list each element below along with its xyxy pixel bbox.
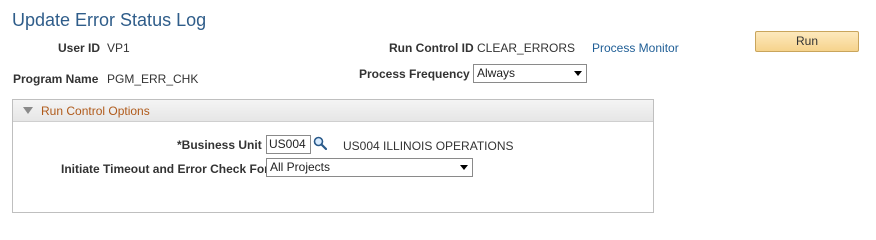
- user-id-value: VP1: [107, 41, 130, 55]
- timeout-label: Initiate Timeout and Error Check For: [61, 162, 269, 176]
- process-monitor-link[interactable]: Process Monitor: [592, 41, 679, 55]
- process-frequency-select[interactable]: Always: [473, 64, 587, 83]
- run-control-value: CLEAR_ERRORS: [477, 41, 576, 55]
- run-control-options-panel: Run Control Options: [12, 99, 654, 213]
- run-button[interactable]: Run: [755, 31, 859, 52]
- user-id-label: User ID: [58, 41, 101, 55]
- program-name-label: Program Name: [13, 72, 99, 86]
- chevron-down-icon: [574, 71, 582, 76]
- process-frequency-label: Process Frequency: [359, 67, 470, 81]
- process-frequency-value: Always: [477, 66, 516, 80]
- magnifier-icon[interactable]: [313, 136, 327, 150]
- timeout-value: All Projects: [270, 160, 331, 174]
- triangle-down-icon[interactable]: [23, 107, 33, 114]
- program-name-value: PGM_ERR_CHK: [107, 72, 199, 86]
- run-control-options-header[interactable]: Run Control Options: [13, 100, 653, 122]
- business-unit-input[interactable]: US004: [266, 135, 311, 154]
- section-title: Run Control Options: [41, 104, 150, 118]
- chevron-down-icon: [460, 165, 468, 170]
- run-control-label: Run Control ID: [389, 41, 474, 55]
- business-unit-description: US004 ILLINOIS OPERATIONS: [343, 139, 514, 153]
- business-unit-label: *Business Unit: [177, 138, 262, 152]
- page-title: Update Error Status Log: [12, 10, 207, 30]
- timeout-select[interactable]: All Projects: [266, 158, 473, 177]
